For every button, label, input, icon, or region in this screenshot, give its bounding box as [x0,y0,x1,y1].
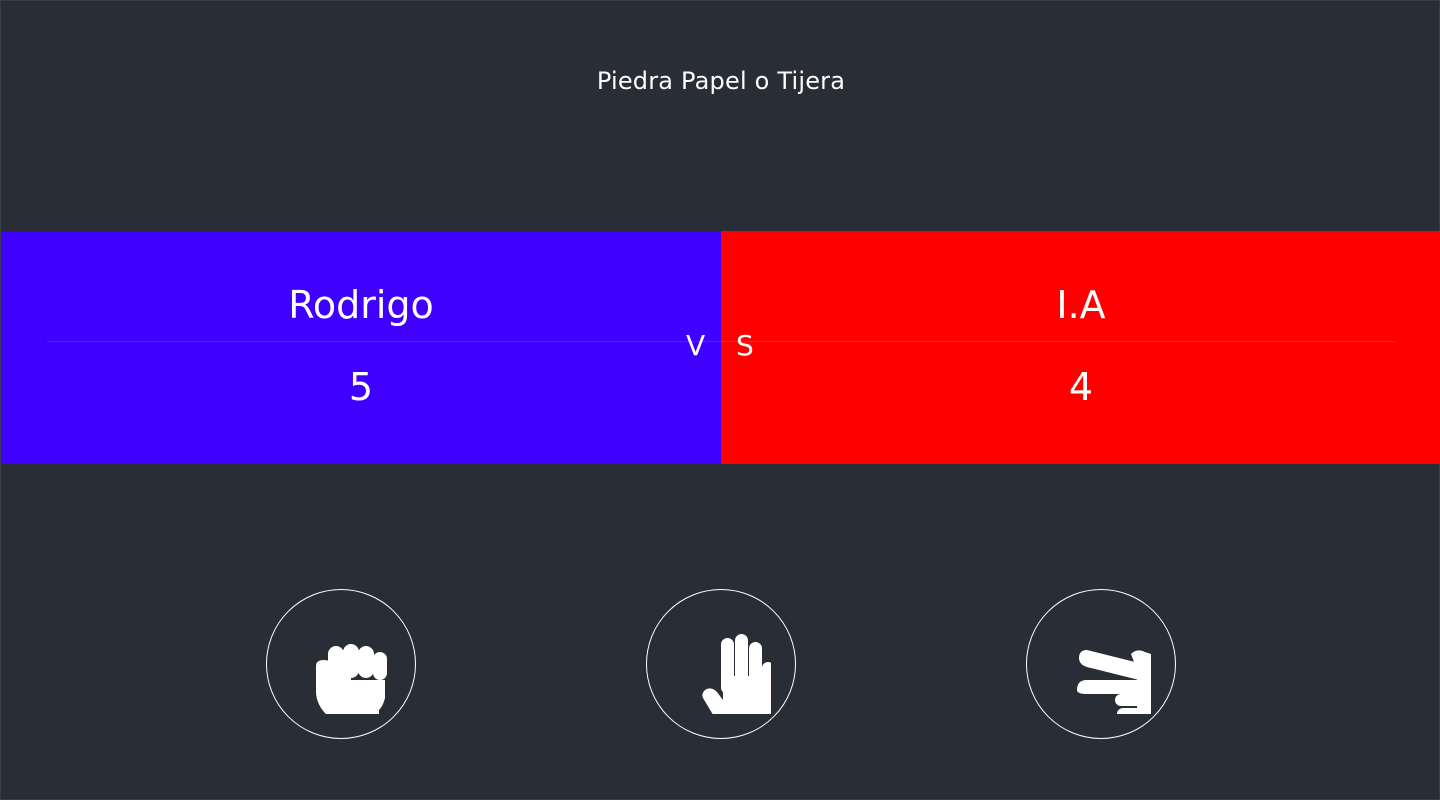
scissors-hand-icon [1077,650,1151,714]
player-score: 5 [348,365,374,409]
player-name: Rodrigo [288,283,434,327]
opponent-name: I.A [1056,283,1106,327]
scoreboard: Rodrigo 5 I.A 4 V S [1,231,1440,464]
open-hand-icon [702,634,771,714]
scissors-button[interactable] [1026,589,1176,739]
player-divider [47,341,721,342]
vs-label-s: S [736,329,754,362]
page-title: Piedra Papel o Tijera [596,67,846,95]
opponent-divider [721,341,1395,342]
game-window: Piedra Papel o Tijera Rodrigo 5 I.A 4 V … [0,0,1440,800]
player-panel: Rodrigo 5 [1,231,721,464]
rock-button[interactable] [266,589,416,739]
opponent-score: 4 [1068,365,1094,409]
fist-icon [316,644,387,714]
paper-button[interactable] [646,589,796,739]
vs-label-v: V [686,329,706,362]
choice-buttons [1,589,1440,739]
opponent-panel: I.A 4 [721,231,1440,464]
